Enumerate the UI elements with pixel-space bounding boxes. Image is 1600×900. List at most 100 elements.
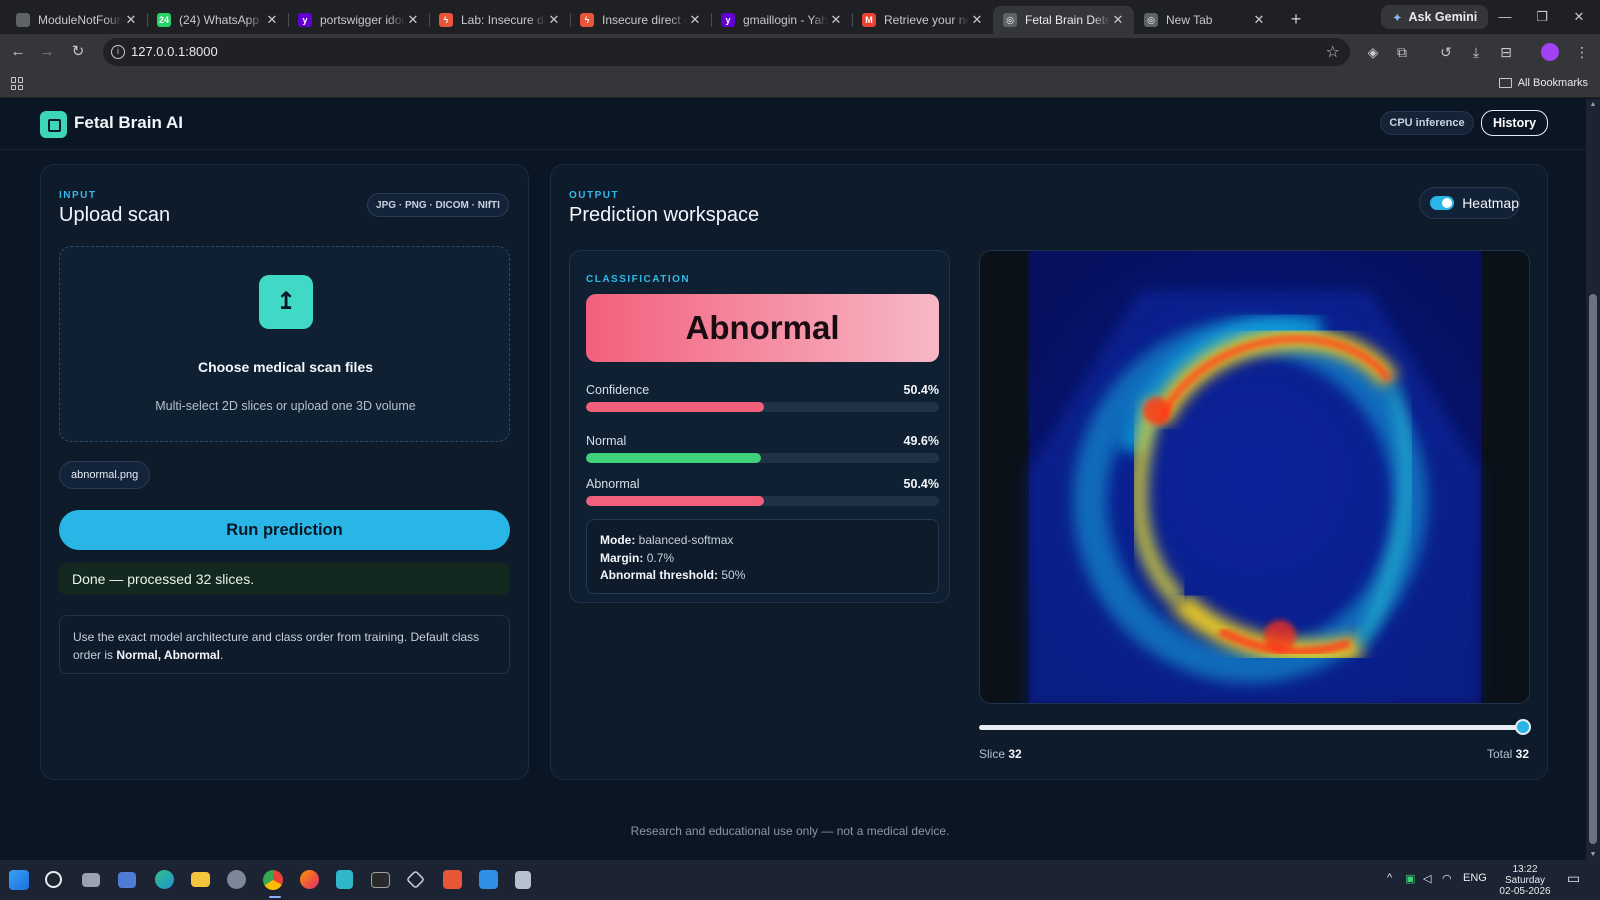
brand-name: Fetal Brain AI [74, 113, 183, 132]
browser-tab[interactable]: y portswigger idor lab✕ [288, 6, 429, 34]
globe-icon: ◎ [1003, 13, 1017, 27]
total-value: 32 [1515, 747, 1529, 761]
network-icon[interactable]: ◠ [1442, 872, 1452, 885]
threshold-label: Abnormal threshold: [600, 568, 719, 582]
notifications-icon[interactable]: ▭ [1567, 870, 1580, 887]
minimize-window-button[interactable]: — [1490, 6, 1520, 28]
tab-list: ModuleNotFoundError✕24(24) WhatsApp✕ypor… [6, 0, 1275, 34]
close-tab-icon[interactable]: ✕ [1110, 12, 1126, 28]
file-explorer-icon[interactable] [191, 872, 210, 887]
drop-zone-subtitle: Multi-select 2D slices or upload one 3D … [155, 399, 416, 413]
tab-title: (24) WhatsApp [179, 13, 260, 27]
address-bar[interactable]: i 127.0.0.1:8000 ☆ [103, 38, 1350, 66]
all-bookmarks-button[interactable]: All Bookmarks [1498, 77, 1588, 89]
yahoo-icon: y [298, 13, 312, 27]
url-text[interactable]: 127.0.0.1:8000 [131, 44, 218, 59]
reload-icon[interactable]: ↻ [66, 40, 90, 64]
bookmark-star-icon[interactable]: ☆ [1326, 42, 1340, 62]
close-tab-icon[interactable]: ✕ [405, 12, 421, 28]
tab-title: Lab: Insecure direct object [461, 13, 546, 27]
browser-tab[interactable]: y gmaillogin - Yahoo✕ [711, 6, 852, 34]
run-prediction-button[interactable]: Run prediction [59, 510, 510, 550]
browser-tab[interactable]: ◎ Fetal Brain Detection✕ [993, 6, 1134, 34]
browser-tab[interactable]: M Retrieve your new✕ [852, 6, 993, 34]
system-clock[interactable]: 13:22 Saturday 02-05-2026 [1490, 864, 1560, 897]
back-arrow-icon[interactable]: ← [6, 40, 30, 64]
metric-progress-fill [586, 402, 764, 412]
windows-start-icon[interactable] [9, 870, 29, 890]
browser-tab[interactable]: ϟ Lab: Insecure direct object✕ [429, 6, 570, 34]
file-drop-zone[interactable]: ↥ Choose medical scan files Multi-select… [59, 246, 510, 442]
restore-window-button[interactable]: ❐ [1527, 6, 1557, 28]
close-window-button[interactable]: ✕ [1564, 6, 1594, 28]
close-tab-icon[interactable]: ✕ [828, 12, 844, 28]
scrollbar-thumb[interactable] [1589, 294, 1597, 844]
slice-slider[interactable] [979, 719, 1531, 735]
tray-app-icon[interactable]: ▣ [1405, 872, 1415, 885]
browser-menu-icon[interactable]: ⋮ [1571, 42, 1593, 62]
close-tab-icon[interactable]: ✕ [123, 12, 139, 28]
browser-tab[interactable]: ϟ Insecure direct object✕ [570, 6, 711, 34]
tab-search-icon[interactable]: ⊟ [1495, 42, 1517, 62]
browser-tab[interactable]: ◎ New Tab ✕ [1134, 6, 1275, 34]
profile-avatar[interactable] [1541, 43, 1559, 61]
ask-gemini-button[interactable]: ✦ Ask Gemini [1381, 5, 1489, 29]
chrome-icon[interactable] [263, 870, 283, 890]
metric-row: Normal 49.6% [586, 434, 939, 463]
apps-grid-icon[interactable] [11, 77, 24, 90]
input-eyebrow: INPUT [59, 190, 97, 201]
vscode-icon[interactable] [479, 870, 498, 889]
browser-tab[interactable]: 24 (24) WhatsApp ✕ [147, 6, 288, 34]
new-tab-button[interactable]: + [1283, 6, 1309, 32]
extension-badge-icon[interactable]: ◈ [1362, 42, 1384, 62]
globe-icon: ◎ [1144, 13, 1158, 27]
total-indicator: Total 32 [1487, 747, 1529, 761]
download-icon[interactable]: ⤓ [1465, 42, 1487, 62]
upload-arrow-icon[interactable]: ↥ [259, 275, 313, 329]
slice-label: Slice [979, 747, 1006, 761]
metric-label: Normal [586, 434, 627, 448]
browser-tab[interactable]: ModuleNotFoundError✕ [6, 6, 147, 34]
slice-slider-handle[interactable] [1515, 719, 1531, 735]
page-scrollbar[interactable]: ▲ ▼ [1586, 99, 1600, 860]
close-tab-icon[interactable]: ✕ [687, 12, 703, 28]
widgets-icon[interactable] [118, 872, 136, 888]
task-view-icon[interactable] [82, 873, 100, 887]
close-tab-icon[interactable]: ✕ [264, 12, 280, 28]
settings-gear-icon[interactable] [227, 870, 246, 889]
close-tab-icon[interactable]: ✕ [546, 12, 562, 28]
burp-suite-icon[interactable] [443, 870, 462, 889]
history-clock-icon[interactable]: ↺ [1435, 42, 1457, 62]
classification-panel: CLASSIFICATION Abnormal Confidence 50.4% N… [569, 250, 950, 603]
site-info-icon[interactable]: i [111, 45, 125, 59]
gmail-icon: M [862, 13, 876, 27]
browser-tab-strip: ModuleNotFoundError✕24(24) WhatsApp✕ypor… [0, 0, 1600, 34]
tab-title: Fetal Brain Detection [1025, 13, 1110, 27]
virtualbox-icon[interactable] [405, 869, 426, 890]
scroll-down-arrow-icon[interactable]: ▼ [1589, 851, 1597, 858]
clock-day: Saturday [1504, 875, 1546, 886]
firefox-icon[interactable] [300, 870, 319, 889]
terminal-icon[interactable] [371, 872, 390, 888]
forward-arrow-icon[interactable]: → [35, 40, 59, 64]
history-button[interactable]: History [1481, 110, 1548, 136]
total-label: Total [1486, 747, 1513, 761]
heatmap-switch[interactable] [1430, 196, 1455, 210]
whatsapp-icon: 24 [157, 13, 171, 27]
heatmap-viewer[interactable] [979, 250, 1530, 704]
heatmap-toggle[interactable]: Heatmap [1419, 187, 1520, 219]
tab-title: New Tab [1166, 13, 1213, 27]
model-note-end: . [219, 648, 224, 662]
output-title: Prediction workspace [569, 204, 760, 226]
app-icon[interactable] [336, 870, 353, 889]
search-icon[interactable] [45, 871, 62, 888]
notepad-icon[interactable] [515, 871, 531, 889]
close-tab-icon[interactable]: ✕ [1251, 12, 1267, 28]
volume-icon[interactable]: ◁ [1423, 872, 1431, 885]
language-indicator[interactable]: ENG [1463, 872, 1487, 884]
scroll-up-arrow-icon[interactable]: ▲ [1589, 101, 1597, 108]
tray-overflow-chevron-icon[interactable]: ^ [1387, 872, 1392, 884]
edge-browser-icon[interactable] [155, 870, 174, 889]
extensions-puzzle-icon[interactable]: ⧉ [1391, 42, 1413, 62]
close-tab-icon[interactable]: ✕ [969, 12, 985, 28]
